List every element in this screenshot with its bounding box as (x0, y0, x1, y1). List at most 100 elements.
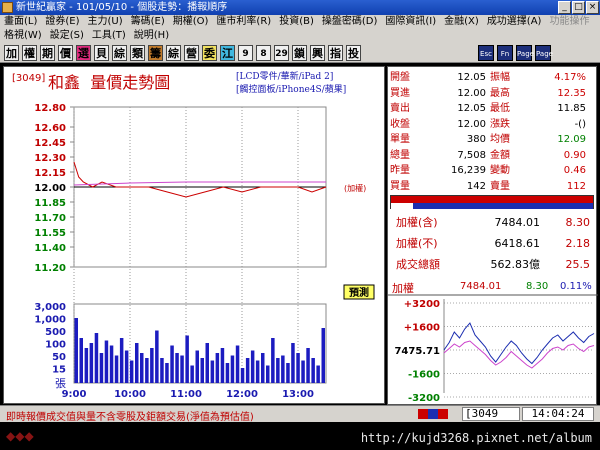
menu2-item-2[interactable]: 工具(T) (88, 29, 130, 43)
volume-bar (160, 358, 164, 383)
toolbar-button-9[interactable]: 綜 (166, 45, 181, 61)
quote-row-7: 買量 142 賣量 112 (388, 180, 588, 194)
price-tick-2: 12.45 (34, 138, 66, 149)
index-row-1: 加權(不) 6418.61 2.18 (388, 234, 596, 254)
toolbar-button-2[interactable]: 期 (40, 45, 55, 61)
toolbar-button-13[interactable]: 9 (238, 45, 253, 61)
toolbar-button-0[interactable]: 加 (4, 45, 19, 61)
color-legend (418, 409, 458, 419)
toolbar-button-14[interactable]: 8 (256, 45, 271, 61)
toolbar-button-15[interactable]: 29 (274, 45, 289, 61)
volume-bar (240, 368, 245, 383)
toolbar-fn-button-1[interactable]: Fn (497, 45, 513, 61)
mini-chart-change: 8.30 (526, 281, 549, 292)
status-bar: 即時報價成交值與量不含零股及鉅額交易(淨值為預估值) [3049 14:04:2… (0, 405, 600, 423)
volume-bar (255, 360, 260, 383)
quote-value: 12.05 (457, 72, 486, 83)
mini-ytick-4: -3200 (408, 393, 440, 404)
status-notice: 即時報價成交值與量不含零股及鉅額交易(淨值為預估值) (6, 412, 254, 423)
volume-bar (180, 355, 184, 383)
maximize-button[interactable]: □ (572, 1, 585, 14)
mini-chart-percent: 0.11% (560, 281, 592, 292)
menu-item-3[interactable]: 籌碼(E) (127, 15, 169, 29)
menu2-item-1[interactable]: 設定(S) (46, 29, 88, 43)
volume-bar (114, 355, 119, 383)
menu-item-11[interactable]: 功能操作 (545, 15, 593, 29)
quote-value: 142 (466, 180, 486, 192)
menu-bar-primary: 畫面(L) 證券(E) 主力(U) 籌碼(E) 期權(O) 匯市利率(R) 投資(B) 操盤密… (0, 15, 600, 29)
quote-value-2: 12.09 (557, 134, 586, 145)
quote-label: 買進 (390, 87, 410, 99)
mini-ytick-3: -1600 (408, 370, 440, 381)
toolbar-button-16[interactable]: 鎖 (292, 45, 307, 61)
toolbar-button-6[interactable]: 綜 (112, 45, 127, 61)
volume-bar (250, 350, 255, 383)
menu-item-8[interactable]: 國際資訊(I) (381, 15, 440, 29)
minimize-button[interactable]: _ (558, 1, 571, 14)
quote-value: 12.00 (457, 118, 486, 130)
price-series-1 (73, 181, 326, 186)
menu-item-4[interactable]: 期權(O) (169, 15, 213, 29)
volume-unit: 張 (55, 377, 66, 390)
volume-bar (286, 363, 290, 383)
quote-value-2: -() (574, 118, 586, 130)
menu2-item-3[interactable]: 說明(H) (130, 29, 173, 43)
price-tick-10: 11.20 (34, 263, 66, 274)
volume-bar (271, 338, 275, 383)
menu-item-9[interactable]: 金融(X) (440, 15, 483, 29)
toolbar-fn-button-3[interactable]: Page (535, 45, 553, 61)
toolbar-button-12[interactable]: 江 (220, 45, 235, 61)
quote-label: 單量 (390, 134, 410, 145)
volume-tick-3: 100 (45, 340, 66, 351)
volume-tick-5: 15 (52, 365, 66, 376)
quote-label-2: 金額 (490, 149, 510, 161)
volume-bar (185, 335, 189, 383)
toolbar-button-17[interactable]: 興 (310, 45, 325, 61)
price-volume-chart: 12.80 12.60 12.45 12.30 12.15 12.00 11.85 11.70… (34, 103, 375, 400)
volume-bar (190, 365, 194, 383)
mini-ytick-0: +3200 (404, 299, 440, 310)
menu-item-10[interactable]: 成功選擇(A) (483, 15, 546, 29)
stock-code-input[interactable]: [3049 (462, 407, 520, 421)
volume-bar (291, 343, 295, 383)
quote-label: 開盤 (390, 72, 410, 83)
toolbar-fn-button-0[interactable]: Esc (478, 45, 494, 61)
menu-item-1[interactable]: 證券(E) (41, 15, 83, 29)
menu-item-2[interactable]: 主力(U) (84, 15, 127, 29)
menu-item-0[interactable]: 畫面(L) (0, 15, 41, 29)
toolbar-button-11[interactable]: 委 (202, 45, 217, 61)
toolbar-button-19[interactable]: 投 (346, 45, 361, 61)
volume-bar (84, 348, 89, 383)
toolbar-fn-button-2[interactable]: Page (516, 45, 534, 61)
toolbar-button-4[interactable]: 選 (76, 45, 91, 61)
menu-item-6[interactable]: 投資(B) (275, 15, 318, 29)
toolbar-button-1[interactable]: 權 (22, 45, 37, 61)
index-change: 8.30 (565, 216, 591, 229)
volume-bar (165, 363, 169, 383)
menu-item-7[interactable]: 操盤密碼(D) (318, 15, 382, 29)
toolbar-button-10[interactable]: 營 (184, 45, 199, 61)
bid-ask-strip-blue (391, 203, 593, 209)
close-button[interactable]: × (586, 1, 599, 14)
menu-item-5[interactable]: 匯市利率(R) (212, 15, 275, 29)
toolbar-button-3[interactable]: 價 (58, 45, 73, 61)
quote-label: 賣出 (390, 103, 410, 114)
quote-value-2: 0.46 (563, 165, 586, 176)
toolbar-button-5[interactable]: 貝 (94, 45, 109, 61)
volume-bar (135, 343, 139, 383)
volume-bar (119, 338, 124, 383)
volume-tick-4: 50 (52, 352, 66, 363)
price-tick-5: 12.00 (34, 183, 66, 194)
app-icon (2, 2, 13, 13)
mini-index-line-2 (443, 340, 595, 369)
mini-ytick-1: +1600 (404, 323, 440, 334)
volume-bar (74, 318, 78, 383)
toolbar-button-7[interactable]: 類 (130, 45, 145, 61)
quote-panel: +3200 +1600 7475.71 -1600 -3200 開盤 12.05 振幅 4.1… (387, 66, 598, 405)
quote-value-2: 11.85 (557, 103, 586, 114)
menu2-item-0[interactable]: 格視(W) (0, 29, 46, 43)
price-tick-3: 12.30 (34, 153, 66, 164)
toolbar-button-18[interactable]: 指 (328, 45, 343, 61)
quote-row-5: 總量 7,508 金額 0.90 (388, 149, 588, 163)
toolbar-button-8[interactable]: 籌 (148, 45, 163, 61)
